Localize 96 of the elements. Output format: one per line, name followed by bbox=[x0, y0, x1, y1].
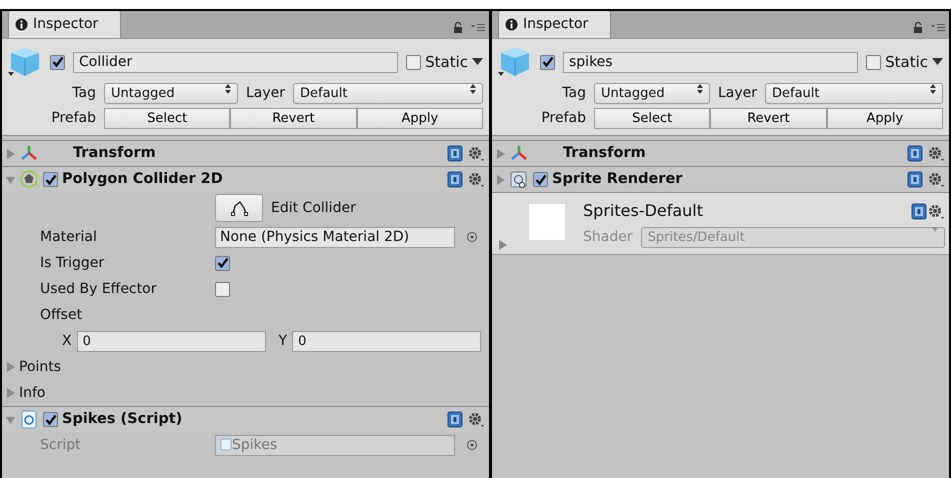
updown-icon bbox=[470, 84, 476, 94]
axes-icon bbox=[509, 144, 529, 163]
y-field[interactable]: 0 bbox=[292, 330, 481, 352]
cube-icon bbox=[498, 45, 532, 79]
object-picker-icon[interactable] bbox=[465, 231, 479, 243]
tag-label: Tag bbox=[561, 84, 586, 103]
tag-dropdown[interactable]: Untagged bbox=[104, 83, 238, 104]
layer-label: Layer bbox=[718, 84, 757, 103]
info-icon bbox=[505, 18, 518, 31]
help-book-icon[interactable] bbox=[447, 411, 463, 428]
field-label: Material bbox=[40, 228, 98, 246]
dropdown-arrow-icon[interactable] bbox=[932, 58, 943, 66]
inspector-tab[interactable]: Inspector bbox=[498, 11, 612, 38]
layer-label: Layer bbox=[246, 84, 285, 103]
lock-icon[interactable] bbox=[453, 21, 463, 34]
edit-collider-label: Edit Collider bbox=[271, 198, 356, 218]
script-file-icon bbox=[19, 410, 39, 429]
field-checkbox[interactable] bbox=[215, 282, 230, 296]
inspector-tab[interactable]: Inspector bbox=[8, 11, 122, 38]
lock-icon[interactable] bbox=[913, 21, 923, 34]
field-label: Offset bbox=[40, 306, 82, 324]
object-field[interactable]: None (Physics Material 2D) bbox=[215, 226, 455, 248]
tab-title: Inspector bbox=[33, 15, 98, 34]
prefab-button[interactable]: Select bbox=[104, 108, 230, 129]
component-header[interactable]: Transform bbox=[2, 140, 489, 166]
component-title: Sprite Renderer bbox=[552, 170, 682, 189]
help-book-icon[interactable] bbox=[911, 202, 927, 220]
y-label: Y bbox=[278, 332, 288, 350]
component-header[interactable]: Transform bbox=[492, 140, 949, 166]
shader-label: Shader bbox=[583, 228, 633, 247]
help-book-icon[interactable] bbox=[907, 171, 923, 188]
help-book-icon[interactable] bbox=[907, 145, 923, 162]
info-icon bbox=[15, 18, 28, 31]
field-label: Script bbox=[40, 436, 82, 454]
help-book-icon[interactable] bbox=[447, 171, 463, 188]
updown-icon bbox=[224, 84, 231, 94]
x-field[interactable]: 0 bbox=[76, 330, 266, 352]
material-name: Sprites-Default bbox=[583, 200, 704, 222]
gear-icon[interactable] bbox=[927, 145, 945, 162]
gear-icon[interactable] bbox=[467, 145, 485, 162]
prefab-button[interactable]: Apply bbox=[826, 108, 943, 129]
static-checkbox[interactable] bbox=[866, 54, 882, 70]
gear-icon[interactable] bbox=[927, 202, 945, 220]
component-header[interactable]: Polygon Collider 2D bbox=[2, 166, 489, 192]
field-checkbox[interactable] bbox=[215, 256, 230, 270]
foldout[interactable]: Info bbox=[6, 382, 46, 404]
tag-dropdown[interactable]: Untagged bbox=[594, 83, 710, 104]
gear-icon[interactable] bbox=[467, 411, 485, 428]
cube-icon bbox=[8, 45, 42, 79]
component-title: Transform bbox=[563, 144, 646, 163]
layer-dropdown[interactable]: Default bbox=[765, 83, 943, 104]
prefab-label: Prefab bbox=[50, 109, 96, 128]
script-file-icon bbox=[220, 438, 232, 452]
component-header[interactable]: Sprite Renderer bbox=[492, 166, 949, 192]
name-field[interactable]: Collider bbox=[73, 52, 398, 72]
gear-icon[interactable] bbox=[927, 171, 945, 188]
material-preview bbox=[529, 204, 565, 240]
menu-icon[interactable] bbox=[931, 23, 945, 32]
updown-icon bbox=[696, 84, 703, 94]
dropdown-arrow-icon[interactable] bbox=[472, 58, 483, 66]
menu-icon[interactable] bbox=[471, 23, 485, 32]
name-field[interactable]: spikes bbox=[563, 52, 858, 72]
axes-icon bbox=[19, 144, 39, 163]
static-label: Static bbox=[885, 52, 928, 73]
dropdown-arrow-icon bbox=[932, 228, 938, 232]
foldout[interactable]: Points bbox=[6, 356, 62, 378]
enabled-checkbox[interactable] bbox=[533, 172, 548, 187]
tag-label: Tag bbox=[71, 84, 96, 103]
prefab-label: Prefab bbox=[540, 109, 586, 128]
field-label: Is Trigger bbox=[40, 254, 106, 272]
active-checkbox[interactable] bbox=[50, 54, 65, 70]
prefab-button[interactable]: Apply bbox=[356, 108, 483, 129]
prefab-button[interactable]: Select bbox=[594, 108, 710, 129]
component-header[interactable]: Spikes (Script) bbox=[2, 406, 489, 432]
polygon-edit-icon bbox=[230, 200, 248, 216]
x-label: X bbox=[62, 332, 72, 350]
component-title: Polygon Collider 2D bbox=[62, 170, 223, 189]
tab-title: Inspector bbox=[523, 15, 588, 34]
field-label: Used By Effector bbox=[40, 280, 158, 298]
static-checkbox[interactable] bbox=[406, 54, 422, 70]
component-title: Spikes (Script) bbox=[62, 410, 182, 429]
layer-dropdown[interactable]: Default bbox=[293, 83, 483, 104]
component-title: Transform bbox=[73, 144, 156, 163]
collapsed-arrow-icon[interactable] bbox=[498, 240, 507, 250]
object-picker-icon[interactable] bbox=[465, 439, 479, 451]
static-label: Static bbox=[425, 52, 468, 73]
edit-collider-button[interactable] bbox=[215, 194, 263, 222]
updown-icon bbox=[930, 84, 936, 94]
enabled-checkbox[interactable] bbox=[43, 172, 58, 187]
sprite-renderer-icon bbox=[509, 170, 529, 189]
prefab-button[interactable]: Revert bbox=[230, 108, 357, 129]
prefab-button[interactable]: Revert bbox=[710, 108, 827, 129]
enabled-checkbox[interactable] bbox=[43, 412, 58, 427]
help-book-icon[interactable] bbox=[447, 145, 463, 162]
gear-icon[interactable] bbox=[467, 171, 485, 188]
active-checkbox[interactable] bbox=[540, 54, 555, 70]
